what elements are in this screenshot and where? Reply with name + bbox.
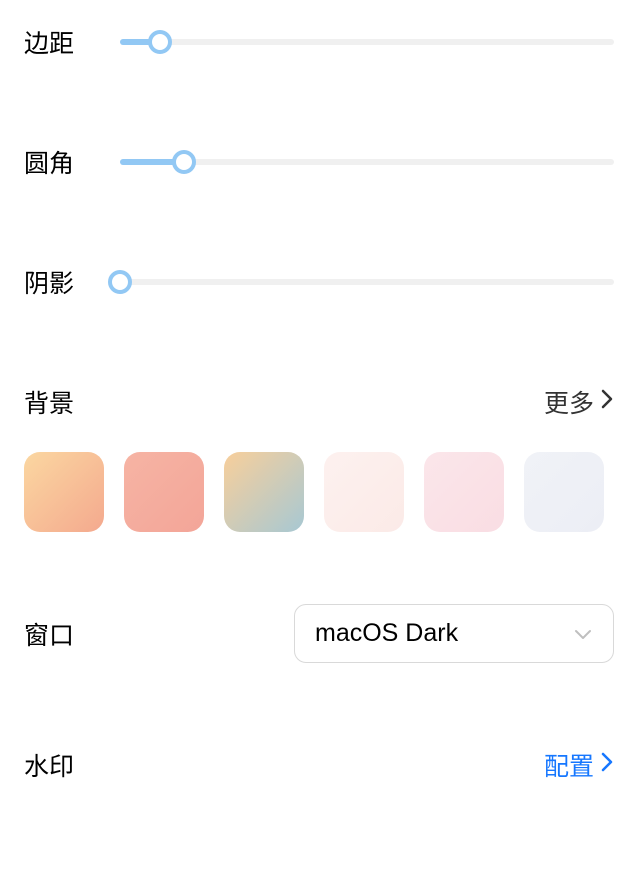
slider-thumb[interactable] bbox=[108, 270, 132, 294]
background-swatch-3[interactable] bbox=[324, 452, 404, 532]
window-select[interactable]: macOS Dark bbox=[294, 604, 614, 663]
margin-label: 边距 bbox=[24, 24, 120, 60]
radius-row: 圆角 bbox=[24, 144, 614, 180]
background-swatch-1[interactable] bbox=[124, 452, 204, 532]
slider-thumb[interactable] bbox=[148, 30, 172, 54]
background-swatch-2[interactable] bbox=[224, 452, 304, 532]
slider-track bbox=[120, 279, 614, 285]
background-header: 背景 更多 bbox=[24, 384, 614, 420]
background-swatches bbox=[24, 452, 614, 532]
window-row: 窗口 macOS Dark bbox=[24, 604, 614, 663]
radius-label: 圆角 bbox=[24, 144, 120, 180]
configure-text: 配置 bbox=[544, 747, 594, 783]
watermark-row: 水印 配置 bbox=[24, 747, 614, 783]
slider-track bbox=[120, 39, 614, 45]
background-swatch-5[interactable] bbox=[524, 452, 604, 532]
shadow-row: 阴影 bbox=[24, 264, 614, 300]
chevron-right-icon bbox=[600, 751, 614, 780]
margin-row: 边距 bbox=[24, 24, 614, 60]
watermark-label: 水印 bbox=[24, 747, 74, 783]
watermark-configure-link[interactable]: 配置 bbox=[544, 747, 614, 783]
shadow-label: 阴影 bbox=[24, 264, 120, 300]
shadow-slider[interactable] bbox=[120, 270, 614, 294]
radius-slider[interactable] bbox=[120, 150, 614, 174]
background-swatch-4[interactable] bbox=[424, 452, 504, 532]
background-label: 背景 bbox=[24, 384, 74, 420]
more-text: 更多 bbox=[544, 384, 594, 420]
window-selected-value: macOS Dark bbox=[315, 619, 458, 648]
background-swatch-0[interactable] bbox=[24, 452, 104, 532]
window-label: 窗口 bbox=[24, 616, 74, 652]
background-more-link[interactable]: 更多 bbox=[544, 384, 614, 420]
chevron-right-icon bbox=[600, 388, 614, 417]
margin-slider[interactable] bbox=[120, 30, 614, 54]
slider-thumb[interactable] bbox=[172, 150, 196, 174]
chevron-down-icon bbox=[573, 619, 593, 648]
